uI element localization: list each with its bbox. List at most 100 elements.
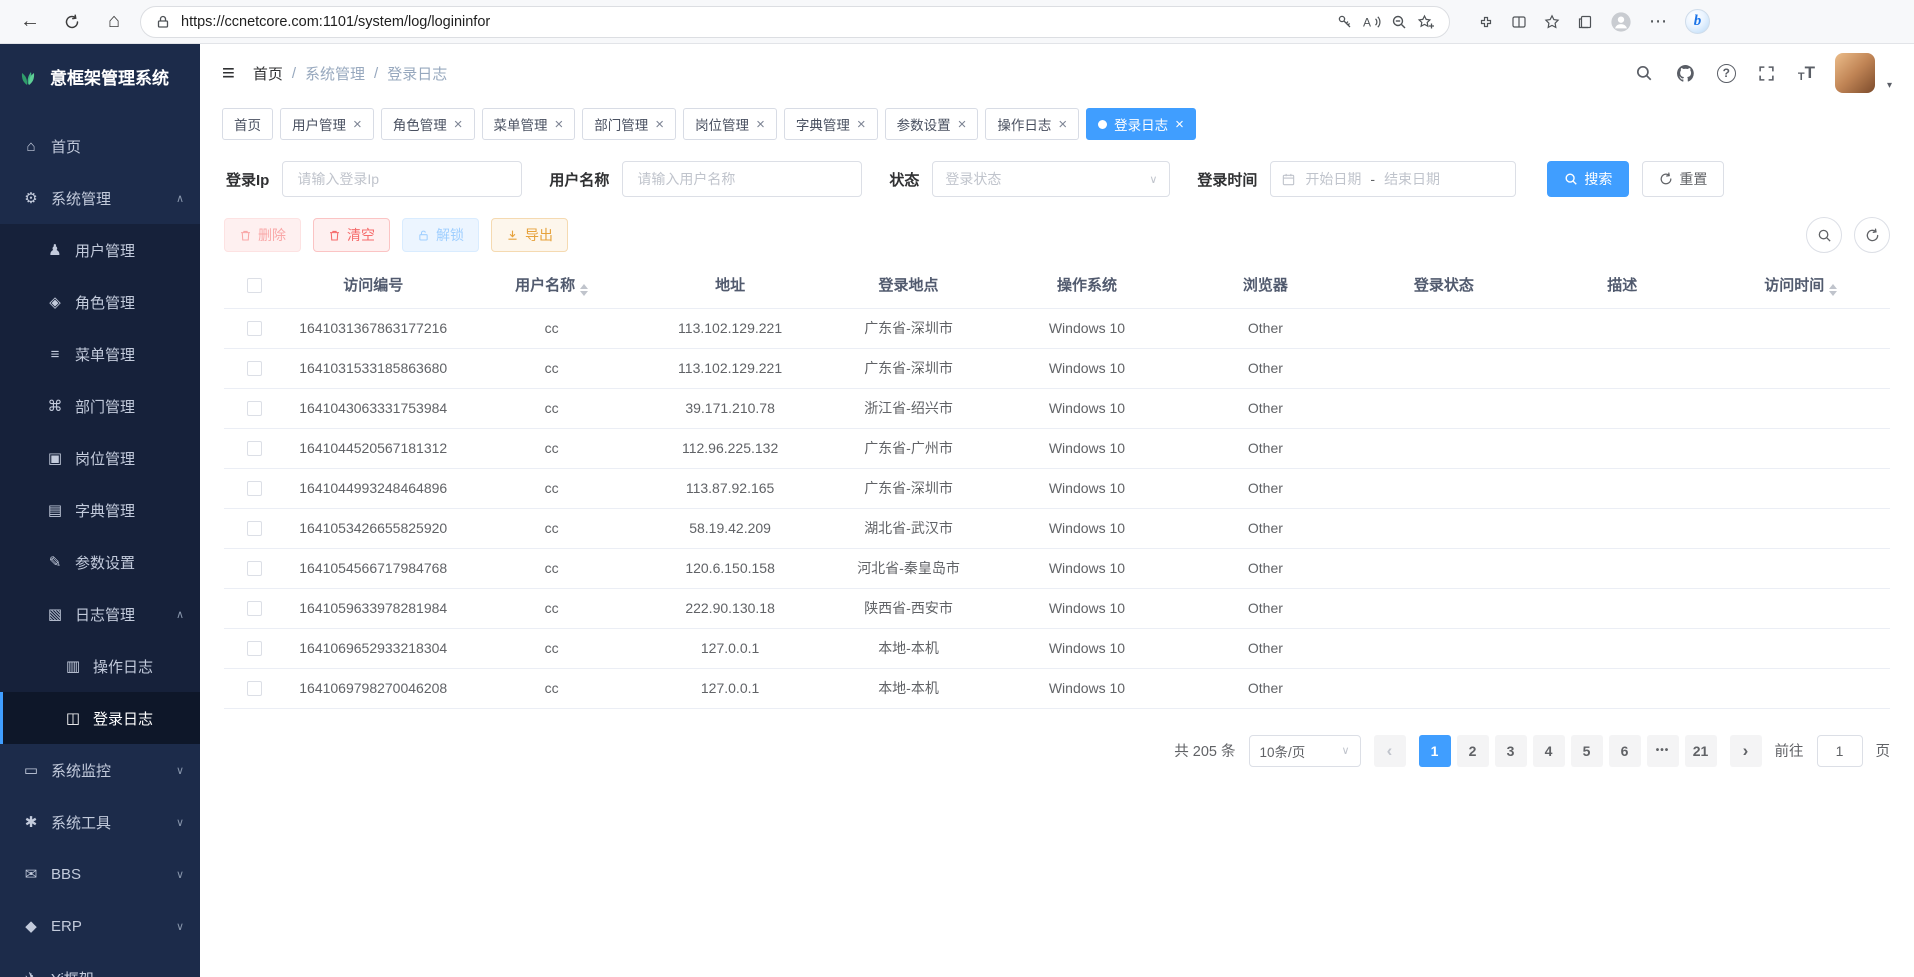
row-checkbox[interactable] xyxy=(247,481,262,496)
sort-icon[interactable] xyxy=(580,284,588,296)
sidebar-item-menu[interactable]: ≡菜单管理 xyxy=(0,328,200,380)
tab-menu[interactable]: 菜单管理× xyxy=(482,108,576,140)
page-button-4[interactable]: 4 xyxy=(1533,735,1565,767)
font-size-icon[interactable]: TT xyxy=(1798,63,1815,83)
tab-user[interactable]: 用户管理× xyxy=(280,108,374,140)
row-checkbox[interactable] xyxy=(247,321,262,336)
toggle-search-icon[interactable] xyxy=(1806,217,1842,253)
split-screen-icon[interactable] xyxy=(1511,14,1527,30)
zoom-out-icon[interactable] xyxy=(1391,14,1407,30)
close-icon[interactable]: × xyxy=(1058,117,1067,132)
row-checkbox[interactable] xyxy=(247,521,262,536)
goto-page-input[interactable] xyxy=(1817,735,1863,767)
close-icon[interactable]: × xyxy=(958,117,967,132)
user-avatar[interactable] xyxy=(1835,53,1875,93)
tab-dict[interactable]: 字典管理× xyxy=(784,108,878,140)
column-header-username[interactable]: 用户名称 xyxy=(462,262,640,308)
close-icon[interactable]: × xyxy=(857,117,866,132)
sidebar-item-param[interactable]: ✎参数设置 xyxy=(0,536,200,588)
breadcrumb-system[interactable]: 系统管理 xyxy=(305,63,365,84)
prev-page-button[interactable]: ‹ xyxy=(1374,735,1406,767)
row-checkbox[interactable] xyxy=(247,561,262,576)
column-header-visit-time[interactable]: 访问时间 xyxy=(1712,262,1891,308)
sidebar-item-login-log[interactable]: ◫登录日志 xyxy=(0,692,200,744)
sidebar-item-home[interactable]: ⌂首页 xyxy=(0,120,200,172)
collections-icon[interactable] xyxy=(1577,14,1593,30)
refresh-table-icon[interactable] xyxy=(1854,217,1890,253)
row-checkbox[interactable] xyxy=(247,401,262,416)
login-ip-input[interactable] xyxy=(282,161,522,197)
row-checkbox[interactable] xyxy=(247,441,262,456)
search-icon[interactable] xyxy=(1633,62,1655,84)
sidebar-item-erp[interactable]: ◆ERP∨ xyxy=(0,900,200,952)
date-range-picker[interactable]: 开始日期 - 结束日期 xyxy=(1270,161,1516,197)
row-checkbox[interactable] xyxy=(247,681,262,696)
tab-login-log[interactable]: 登录日志× xyxy=(1086,108,1196,140)
back-icon[interactable]: ← xyxy=(14,6,46,38)
sidebar-item-system[interactable]: ⚙系统管理∧ xyxy=(0,172,200,224)
sidebar-item-tools[interactable]: ✱系统工具∨ xyxy=(0,796,200,848)
close-icon[interactable]: × xyxy=(756,117,765,132)
page-button-2[interactable]: 2 xyxy=(1457,735,1489,767)
delete-button[interactable]: 删除 xyxy=(224,218,301,252)
close-icon[interactable]: × xyxy=(655,117,664,132)
tab-param[interactable]: 参数设置× xyxy=(885,108,979,140)
close-icon[interactable]: × xyxy=(555,117,564,132)
breadcrumb-home[interactable]: 首页 xyxy=(253,63,283,84)
sidebar-item-yi[interactable]: ✈Yi框架 xyxy=(0,952,200,977)
favorite-add-icon[interactable] xyxy=(1417,14,1435,30)
clear-button[interactable]: 清空 xyxy=(313,218,390,252)
sidebar-item-post[interactable]: ▣岗位管理 xyxy=(0,432,200,484)
sidebar-item-monitor[interactable]: ▭系统监控∨ xyxy=(0,744,200,796)
close-icon[interactable]: × xyxy=(1175,117,1184,132)
unlock-button[interactable]: 解锁 xyxy=(402,218,479,252)
url-text[interactable]: https://ccnetcore.com:1101/system/log/lo… xyxy=(181,14,1327,30)
page-button-21[interactable]: 21 xyxy=(1685,735,1717,767)
page-ellipsis[interactable]: ••• xyxy=(1647,735,1679,767)
reset-button[interactable]: 重置 xyxy=(1642,161,1724,197)
extensions-icon[interactable] xyxy=(1478,14,1494,30)
tab-post[interactable]: 岗位管理× xyxy=(683,108,777,140)
help-icon[interactable]: ? xyxy=(1717,64,1736,83)
username-input[interactable] xyxy=(622,161,862,197)
sort-icon[interactable] xyxy=(1829,284,1837,296)
sidebar-item-log[interactable]: ▧日志管理∧ xyxy=(0,588,200,640)
sidebar-item-user[interactable]: ♟用户管理 xyxy=(0,224,200,276)
copilot-icon[interactable]: b xyxy=(1685,9,1710,34)
row-checkbox[interactable] xyxy=(247,601,262,616)
row-checkbox[interactable] xyxy=(247,641,262,656)
tab-role[interactable]: 角色管理× xyxy=(381,108,475,140)
status-select[interactable]: 登录状态 ∨ xyxy=(932,161,1170,197)
profile-avatar[interactable] xyxy=(1610,11,1632,33)
sidebar-item-role[interactable]: ◈角色管理 xyxy=(0,276,200,328)
page-button-3[interactable]: 3 xyxy=(1495,735,1527,767)
tab-dept[interactable]: 部门管理× xyxy=(582,108,676,140)
sidebar-item-operation-log[interactable]: ▥操作日志 xyxy=(0,640,200,692)
tab-operation-log[interactable]: 操作日志× xyxy=(985,108,1079,140)
page-size-select[interactable]: 10条/页 ∨ xyxy=(1249,735,1361,767)
favorites-icon[interactable] xyxy=(1544,14,1560,30)
tab-home[interactable]: 首页 xyxy=(222,108,273,140)
select-all-checkbox[interactable] xyxy=(247,278,262,293)
close-icon[interactable]: × xyxy=(454,117,463,132)
search-button[interactable]: 搜索 xyxy=(1547,161,1629,197)
refresh-icon[interactable] xyxy=(56,6,88,38)
row-checkbox[interactable] xyxy=(247,361,262,376)
sidebar-item-dict[interactable]: ▤字典管理 xyxy=(0,484,200,536)
github-icon[interactable] xyxy=(1675,62,1697,84)
read-aloud-icon[interactable]: A xyxy=(1363,14,1381,30)
fullscreen-icon[interactable] xyxy=(1756,62,1778,84)
export-button[interactable]: 导出 xyxy=(491,218,568,252)
more-icon[interactable]: ⋯ xyxy=(1649,11,1668,32)
next-page-button[interactable]: › xyxy=(1730,735,1762,767)
key-icon[interactable] xyxy=(1337,14,1353,30)
hamburger-icon[interactable]: ≡ xyxy=(222,60,235,86)
page-button-6[interactable]: 6 xyxy=(1609,735,1641,767)
sidebar-item-bbs[interactable]: ✉BBS∨ xyxy=(0,848,200,900)
address-bar[interactable]: https://ccnetcore.com:1101/system/log/lo… xyxy=(140,6,1450,38)
page-button-5[interactable]: 5 xyxy=(1571,735,1603,767)
close-icon[interactable]: × xyxy=(353,117,362,132)
home-browser-icon[interactable]: ⌂ xyxy=(98,6,130,38)
sidebar-item-dept[interactable]: ⌘部门管理 xyxy=(0,380,200,432)
page-button-1[interactable]: 1 xyxy=(1419,735,1451,767)
